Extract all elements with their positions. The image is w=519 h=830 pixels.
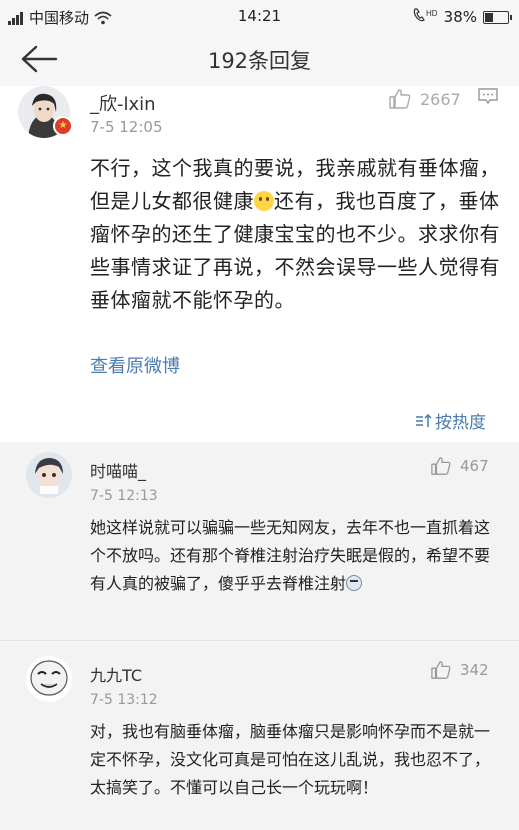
like-button[interactable]: 342 [430,660,489,680]
page-title: 192条回复 [207,49,312,73]
comment-text: 不行，这个我真的要说，我亲戚就有垂体瘤，但是儿女都很健康 还有，我也百度了，垂体瘤… [90,152,500,317]
thumbs-up-icon [431,457,451,475]
view-original-link[interactable]: 查看原微博 [90,352,180,378]
like-count: 342 [460,661,489,679]
verified-badge-icon: ★ [53,116,73,136]
main-comment: ★ _欣-lxin 7-5 12:05 2667 不行，这个我真的要说，我亲戚就… [0,86,519,442]
avatar[interactable] [26,656,72,702]
comment-options-icon[interactable] [478,88,498,106]
list-item: 九九TC 7-5 13:12 342 对，我也有脑垂体瘤，脑垂体瘤只是影响怀孕而… [0,646,519,830]
battery-percent: 38% [443,8,477,26]
reply-text: 她这样说就可以骗骗一些无知网友，去年不也一直抓着这个不放吗。还有那个脊椎注射治疗… [90,514,502,598]
battery-fill [485,12,494,22]
like-count: 2667 [420,89,461,109]
thumbs-up-icon [431,661,451,679]
status-bar: 中国移动 14:21 HD 38% [0,0,519,32]
comment-username[interactable]: _欣-lxin [90,90,156,116]
like-button[interactable]: 2667 [388,88,461,110]
divider [0,640,519,641]
reply-username[interactable]: 时喵喵_ [90,458,146,482]
like-count: 467 [460,457,489,475]
like-button[interactable]: 467 [430,456,489,476]
sort-by-popularity-button[interactable]: 按热度 [414,408,486,433]
list-item: 时喵喵_ 7-5 12:13 467 她这样说就可以骗骗一些无知网友，去年不也一… [0,442,519,632]
network-label: HD [426,9,438,18]
status-right: HD 38% [412,7,512,27]
sort-label: 按热度 [435,413,486,433]
smile-emoji-icon [254,191,274,211]
comment-time: 7-5 12:05 [90,118,163,136]
battery-icon [483,10,512,24]
replies-list: 时喵喵_ 7-5 12:13 467 她这样说就可以骗骗一些无知网友，去年不也一… [0,442,519,830]
reply-time: 7-5 13:12 [90,692,158,708]
reply-text-content: 她这样说就可以骗骗一些无知网友，去年不也一直抓着这个不放吗。还有那个脊椎注射治疗… [90,518,491,593]
reply-time: 7-5 12:13 [90,488,158,504]
nav-bar: 192条回复 [0,32,519,86]
call-icon: HD [412,7,438,27]
thumbs-up-icon [389,89,411,109]
reply-username[interactable]: 九九TC [90,662,142,686]
sort-icon [416,413,432,427]
avatar[interactable] [26,452,72,498]
confused-emoji-icon [346,575,363,591]
reply-text: 对，我也有脑垂体瘤，脑垂体瘤只是影响怀孕而不是就一定不怀孕，没文化可真是可怕在这… [90,722,491,797]
